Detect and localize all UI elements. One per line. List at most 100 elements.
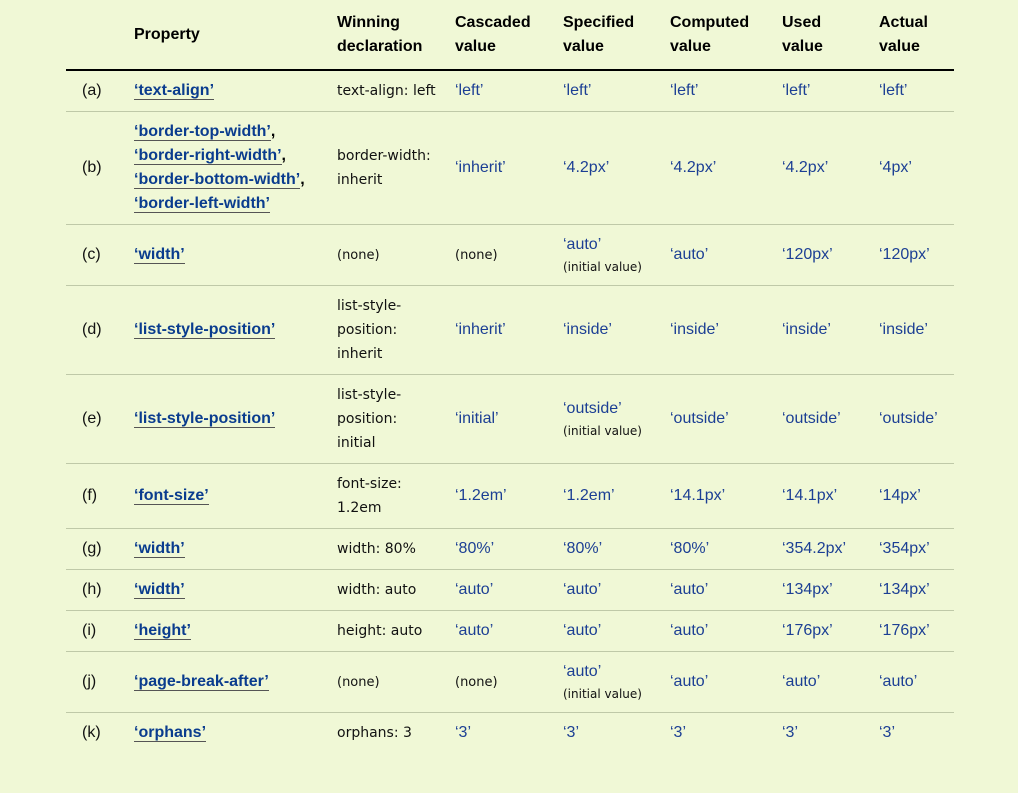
initial-value-note: (initial value) — [563, 424, 642, 438]
table-body: (a) ‘text-align’ text-align: left ‘left’ ‘le… — [66, 70, 954, 753]
winning-declaration: (none) — [321, 651, 439, 713]
table-row: (h) ‘width’ width: auto ‘auto’ ‘auto’ ‘auto’ ‘… — [66, 569, 954, 611]
property-link[interactable]: ‘text-align’ — [134, 82, 215, 100]
property-link[interactable]: ‘border-bottom-width’ — [134, 171, 301, 189]
actual-value: ‘auto’ — [863, 651, 954, 713]
cascaded-value: ‘inherit’ — [439, 111, 547, 225]
winning-value: text-align: left — [337, 83, 436, 99]
specified-value: ‘80%’ — [547, 528, 654, 570]
cascaded-value: ‘auto’ — [439, 610, 547, 652]
property-link[interactable]: ‘border-right-width’ — [134, 147, 282, 165]
property-cell: ‘orphans’ — [118, 713, 321, 754]
actual-value: ‘14px’ — [863, 463, 954, 529]
table-row: (f) ‘font-size’ font-size: 1.2em ‘1.2em’ ‘1.… — [66, 463, 954, 529]
computed-value: ‘outside’ — [654, 374, 766, 464]
used-value: ‘354.2px’ — [766, 528, 863, 570]
header-row: Property Winning declaration Cascaded va… — [66, 0, 954, 71]
property-link[interactable]: ‘list-style-position’ — [134, 410, 276, 428]
winning-value: border-width: inherit — [337, 148, 431, 188]
computed-value: ‘auto’ — [654, 224, 766, 286]
row-label: (k) — [82, 724, 101, 741]
property-cell: ‘font-size’ — [118, 463, 321, 529]
property-link[interactable]: ‘list-style-position’ — [134, 321, 276, 339]
cascaded-text: ‘3’ — [455, 724, 472, 741]
property-cell: ‘width’ — [118, 569, 321, 611]
specified-text: ‘left’ — [563, 82, 592, 99]
winning-declaration: border-width: inherit — [321, 111, 439, 225]
property-link[interactable]: ‘width’ — [134, 581, 185, 599]
specified-text: ‘80%’ — [563, 540, 603, 557]
row-label: (f) — [66, 463, 118, 529]
row-label: (g) — [66, 528, 118, 570]
used-value: ‘134px’ — [766, 569, 863, 611]
property-cell: ‘border-top-width’, ‘border-right-width’,… — [118, 111, 321, 225]
computed-value: ‘auto’ — [654, 569, 766, 611]
table-row: (b) ‘border-top-width’, ‘border-right-widt… — [66, 111, 954, 225]
initial-value-note: (initial value) — [563, 687, 642, 701]
winning-value: list-style-position: initial — [337, 387, 402, 451]
table-row: (g) ‘width’ width: 80% ‘80%’ ‘80%’ ‘80%’ ‘354.… — [66, 528, 954, 570]
specified-value: ‘1.2em’ — [547, 463, 654, 529]
computed-value: ‘auto’ — [654, 610, 766, 652]
cascaded-text: ‘left’ — [455, 82, 484, 99]
cascaded-text: (none) — [455, 247, 498, 263]
winning-value: (none) — [337, 247, 380, 263]
cascaded-text: ‘80%’ — [455, 540, 495, 557]
winning-declaration: list-style-position: inherit — [321, 285, 439, 375]
row-label: (b) — [66, 111, 118, 225]
winning-value: list-style-position: inherit — [337, 298, 402, 362]
row-label: (a) — [66, 70, 118, 112]
specified-value: ‘outside’ (initial value) — [547, 374, 654, 464]
property-link[interactable]: ‘width’ — [134, 246, 185, 264]
computed-value: ‘left’ — [654, 70, 766, 112]
cascaded-text: (none) — [455, 674, 498, 690]
property-link[interactable]: ‘border-top-width’ — [134, 123, 271, 141]
table-row: (e) ‘list-style-position’ list-style-posit… — [66, 374, 954, 464]
computed-value: ‘3’ — [670, 724, 687, 741]
property-link[interactable]: ‘font-size’ — [134, 487, 209, 505]
cascaded-value: ‘80%’ — [439, 528, 547, 570]
actual-value: ‘120px’ — [863, 224, 954, 286]
winning-value: height: auto — [337, 623, 423, 639]
specified-value: ‘auto’ — [547, 569, 654, 611]
header-used: Used value — [766, 0, 863, 71]
cascaded-value: ‘auto’ — [439, 569, 547, 611]
specified-text: ‘outside’ — [563, 400, 622, 417]
winning-declaration: font-size: 1.2em — [321, 463, 439, 529]
property-link[interactable]: ‘width’ — [134, 540, 185, 558]
computed-value: ‘14.1px’ — [654, 463, 766, 529]
header-label — [66, 0, 118, 71]
actual-value: ‘left’ — [863, 70, 954, 112]
property-link[interactable]: ‘border-left-width’ — [134, 195, 270, 213]
cascaded-value: (none) — [439, 651, 547, 713]
specified-text: ‘auto’ — [563, 663, 602, 680]
used-value: ‘14.1px’ — [766, 463, 863, 529]
actual-value: ‘3’ — [879, 724, 896, 741]
row-label: (h) — [66, 569, 118, 611]
cascaded-value: (none) — [439, 224, 547, 286]
specified-value: ‘left’ — [547, 70, 654, 112]
property-link[interactable]: ‘page-break-after’ — [134, 673, 269, 691]
header-actual: Actual value — [863, 0, 954, 71]
used-value: ‘auto’ — [766, 651, 863, 713]
winning-declaration: (none) — [321, 224, 439, 286]
separator: , — [270, 123, 276, 140]
table-row: (j) ‘page-break-after’ (none) (none) ‘auto’ (… — [66, 651, 954, 713]
actual-value: ‘176px’ — [863, 610, 954, 652]
row-label: (c) — [66, 224, 118, 286]
computed-value: ‘inside’ — [654, 285, 766, 375]
actual-value: ‘354px’ — [863, 528, 954, 570]
winning-value: orphans: 3 — [337, 725, 412, 741]
cascaded-text: ‘initial’ — [455, 410, 499, 427]
specified-text: ‘auto’ — [563, 581, 602, 598]
property-link[interactable]: ‘height’ — [134, 622, 191, 640]
winning-value: font-size: 1.2em — [337, 476, 402, 516]
separator: , — [300, 171, 305, 188]
specified-text: ‘3’ — [563, 724, 580, 741]
specified-value: ‘3’ — [547, 713, 654, 754]
property-link[interactable]: ‘orphans’ — [134, 724, 207, 742]
used-value: ‘3’ — [782, 724, 799, 741]
row-label: (i) — [66, 610, 118, 652]
actual-value: ‘134px’ — [863, 569, 954, 611]
table-row: (a) ‘text-align’ text-align: left ‘left’ ‘le… — [66, 70, 954, 112]
